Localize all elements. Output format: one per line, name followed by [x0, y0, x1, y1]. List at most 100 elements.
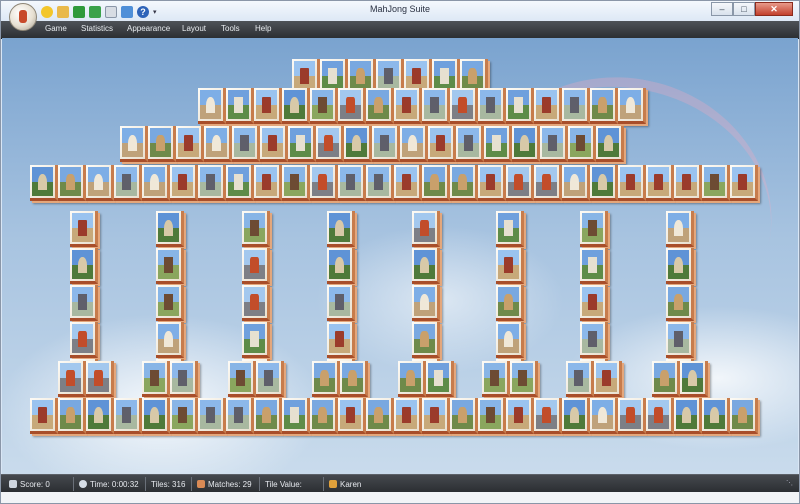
mahjong-tile[interactable]	[120, 126, 148, 162]
mahjong-tile[interactable]	[666, 322, 694, 358]
mahjong-tile[interactable]	[666, 285, 694, 321]
mahjong-tile[interactable]	[618, 88, 646, 124]
mahjong-tile[interactable]	[338, 398, 366, 434]
mahjong-tile[interactable]	[327, 285, 355, 321]
mahjong-tile[interactable]	[566, 361, 594, 397]
mahjong-tile[interactable]	[327, 322, 355, 358]
mahjong-tile[interactable]	[590, 398, 618, 434]
mahjong-tile[interactable]	[282, 165, 310, 201]
mahjong-tile[interactable]	[156, 211, 184, 247]
mahjong-tile[interactable]	[142, 165, 170, 201]
mahjong-tile[interactable]	[450, 88, 478, 124]
mahjong-tile[interactable]	[702, 165, 730, 201]
mahjong-tile[interactable]	[242, 322, 270, 358]
mahjong-tile[interactable]	[204, 126, 232, 162]
mahjong-tile[interactable]	[596, 126, 624, 162]
mahjong-tile[interactable]	[590, 88, 618, 124]
mahjong-tile[interactable]	[540, 126, 568, 162]
mahjong-tile[interactable]	[372, 126, 400, 162]
mahjong-tile[interactable]	[340, 361, 368, 397]
mahjong-tile[interactable]	[450, 165, 478, 201]
mahjong-tile[interactable]	[400, 126, 428, 162]
mahjong-tile[interactable]	[580, 248, 608, 284]
mahjong-tile[interactable]	[412, 285, 440, 321]
mahjong-tile[interactable]	[366, 88, 394, 124]
mahjong-tile[interactable]	[282, 398, 310, 434]
mahjong-tile[interactable]	[86, 165, 114, 201]
mahjong-tile[interactable]	[70, 248, 98, 284]
menu-help[interactable]: Help	[255, 24, 271, 33]
menu-appearance[interactable]: Appearance	[127, 24, 170, 33]
mahjong-tile[interactable]	[256, 361, 284, 397]
mahjong-tile[interactable]	[114, 398, 142, 434]
mahjong-tile[interactable]	[456, 126, 484, 162]
mahjong-tile[interactable]	[562, 165, 590, 201]
mahjong-tile[interactable]	[666, 211, 694, 247]
mahjong-tile[interactable]	[534, 165, 562, 201]
mahjong-tile[interactable]	[70, 211, 98, 247]
mahjong-tile[interactable]	[260, 126, 288, 162]
mahjong-tile[interactable]	[156, 285, 184, 321]
mahjong-tile[interactable]	[232, 126, 260, 162]
mahjong-tile[interactable]	[86, 398, 114, 434]
mahjong-tile[interactable]	[254, 398, 282, 434]
mahjong-tile[interactable]	[142, 361, 170, 397]
mahjong-tile[interactable]	[674, 398, 702, 434]
mahjong-tile[interactable]	[478, 165, 506, 201]
mahjong-tile[interactable]	[170, 165, 198, 201]
mahjong-tile[interactable]	[394, 88, 422, 124]
mahjong-tile[interactable]	[512, 126, 540, 162]
mahjong-tile[interactable]	[198, 88, 226, 124]
mahjong-tile[interactable]	[198, 398, 226, 434]
maximize-button[interactable]: □	[733, 2, 755, 16]
mahjong-tile[interactable]	[450, 398, 478, 434]
mahjong-tile[interactable]	[148, 126, 176, 162]
mahjong-tile[interactable]	[394, 398, 422, 434]
mahjong-tile[interactable]	[310, 88, 338, 124]
mahjong-tile[interactable]	[58, 361, 86, 397]
mahjong-tile[interactable]	[316, 126, 344, 162]
mahjong-tile[interactable]	[482, 361, 510, 397]
mahjong-tile[interactable]	[327, 211, 355, 247]
mahjong-tile[interactable]	[176, 126, 204, 162]
close-button[interactable]: ✕	[755, 2, 793, 16]
mahjong-tile[interactable]	[562, 88, 590, 124]
mahjong-tile[interactable]	[674, 165, 702, 201]
mahjong-tile[interactable]	[226, 88, 254, 124]
mahjong-tile[interactable]	[198, 165, 226, 201]
mahjong-tile[interactable]	[398, 361, 426, 397]
mahjong-tile[interactable]	[496, 211, 524, 247]
mahjong-tile[interactable]	[730, 398, 758, 434]
mahjong-tile[interactable]	[496, 248, 524, 284]
mahjong-tile[interactable]	[426, 361, 454, 397]
mahjong-tile[interactable]	[58, 398, 86, 434]
mahjong-tile[interactable]	[652, 361, 680, 397]
mahjong-tile[interactable]	[590, 165, 618, 201]
mahjong-tile[interactable]	[422, 165, 450, 201]
mahjong-tile[interactable]	[310, 165, 338, 201]
mahjong-tile[interactable]	[344, 126, 372, 162]
mahjong-tile[interactable]	[510, 361, 538, 397]
menu-tools[interactable]: Tools	[221, 24, 240, 33]
mahjong-tile[interactable]	[428, 126, 456, 162]
menu-layout[interactable]: Layout	[182, 24, 206, 33]
mahjong-tile[interactable]	[142, 398, 170, 434]
mahjong-tile[interactable]	[242, 285, 270, 321]
resize-grip-icon[interactable]: ⋱	[786, 479, 795, 488]
mahjong-tile[interactable]	[114, 165, 142, 201]
mahjong-tile[interactable]	[618, 165, 646, 201]
mahjong-tile[interactable]	[394, 165, 422, 201]
mahjong-tile[interactable]	[170, 398, 198, 434]
menu-statistics[interactable]: Statistics	[81, 24, 113, 33]
mahjong-tile[interactable]	[412, 248, 440, 284]
mahjong-tile[interactable]	[412, 211, 440, 247]
mahjong-tile[interactable]	[242, 248, 270, 284]
mahjong-tile[interactable]	[506, 88, 534, 124]
mahjong-tile[interactable]	[666, 248, 694, 284]
mahjong-tile[interactable]	[338, 88, 366, 124]
mahjong-tile[interactable]	[366, 398, 394, 434]
mahjong-tile[interactable]	[282, 88, 310, 124]
mahjong-tile[interactable]	[568, 126, 596, 162]
mahjong-tile[interactable]	[618, 398, 646, 434]
mahjong-tile[interactable]	[70, 285, 98, 321]
